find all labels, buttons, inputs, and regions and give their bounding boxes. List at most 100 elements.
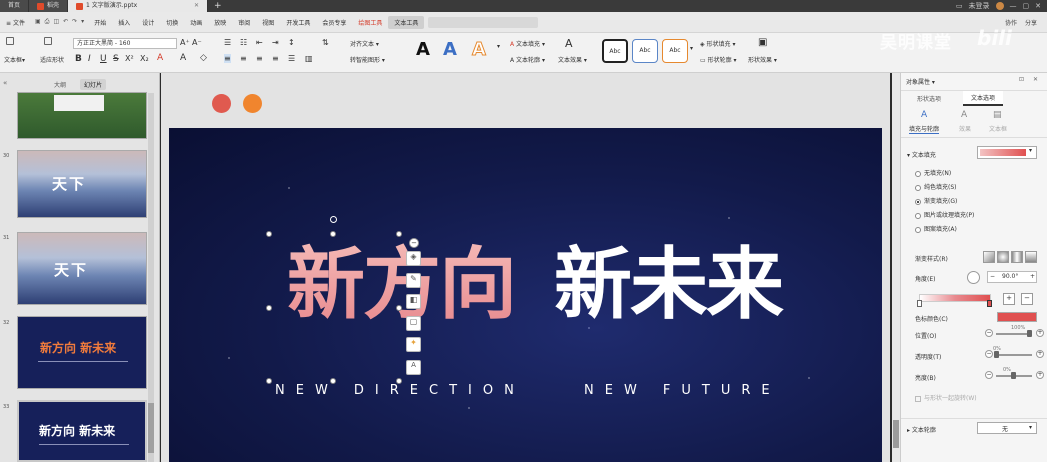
remove-stop-icon[interactable]: − (1021, 293, 1033, 305)
gradient-stop-start[interactable] (917, 300, 922, 307)
clear-format-icon[interactable]: ◇ (200, 53, 207, 63)
resize-handle[interactable] (266, 305, 272, 311)
save-icon[interactable]: ▣ (35, 18, 41, 26)
shape-fill-button[interactable]: ◈ 形状填充 ▾ (700, 39, 735, 48)
gradient-style-radial[interactable] (997, 251, 1009, 263)
add-stop-icon[interactable]: + (1003, 293, 1015, 305)
crop-icon[interactable]: ▢ (406, 316, 421, 331)
menu-drawing-tools[interactable]: 绘图工具 (352, 18, 388, 27)
lightbulb-icon[interactable]: ✦ (406, 337, 421, 352)
new-tab-button[interactable]: + (208, 0, 228, 12)
align-left-icon[interactable]: ≡ (224, 54, 231, 63)
resize-handle[interactable] (396, 305, 402, 311)
stepper-minus-icon[interactable]: − (990, 273, 995, 280)
menu-view[interactable]: 视图 (256, 18, 280, 27)
text-effect-button[interactable]: 文本效果 ▾ (558, 55, 587, 64)
menu-insert[interactable]: 插入 (112, 18, 136, 27)
transparency-minus-icon[interactable]: − (985, 350, 993, 358)
redo-icon[interactable]: ↷ (72, 18, 77, 26)
transparency-plus-icon[interactable]: + (1036, 350, 1044, 358)
textbox-button[interactable]: 文本框▾ (4, 55, 25, 64)
brightness-slider-knob[interactable] (1011, 372, 1016, 379)
textbox-settings-icon[interactable]: ▤ (993, 110, 1002, 120)
resize-handle[interactable] (396, 231, 402, 237)
rotate-handle[interactable] (330, 216, 337, 223)
text-outline-button[interactable]: A 文本轮廓 ▾ (510, 55, 545, 64)
brush-icon[interactable]: ✎ (406, 273, 421, 288)
slide-subtitle-1[interactable]: NEW DIRECTION (275, 383, 525, 398)
gradient-style-linear[interactable] (983, 251, 995, 263)
stepper-plus-icon[interactable]: + (1030, 273, 1035, 280)
shape-effect-icon[interactable]: ▣ (758, 37, 767, 48)
collapse-float-icon[interactable]: − (409, 238, 419, 248)
avatar[interactable] (995, 2, 1004, 10)
resize-handle[interactable] (266, 378, 272, 384)
columns-icon[interactable]: ▥ (305, 54, 313, 63)
font-size-up-icon[interactable]: A⁺ (180, 38, 190, 47)
textbox-icon[interactable] (6, 37, 14, 45)
menu-design[interactable]: 设计 (136, 18, 160, 27)
distribute-icon[interactable]: ☰ (288, 54, 295, 63)
section-text-fill[interactable]: ▾ 文本填充 (907, 150, 936, 159)
tab-home[interactable]: 首页 (0, 0, 30, 12)
fit-text-button[interactable]: 适应形状 (40, 55, 64, 64)
outline-dropdown[interactable]: 无 ▾ (977, 422, 1037, 434)
position-slider-knob[interactable] (1027, 330, 1032, 337)
current-slide[interactable]: 新方向 新未来 NEW DIRECTION NEW FUTURE (169, 128, 882, 462)
monitor-icon[interactable]: ▭ (956, 2, 963, 10)
fill-icon[interactable]: ◧ (406, 294, 421, 309)
menu-file[interactable]: ≡ 文件 (0, 18, 31, 27)
superscript-icon[interactable]: X² (125, 54, 134, 63)
slide-title-2[interactable]: 新未来 (554, 246, 784, 324)
font-select[interactable]: 方正正大黑简 - 160 (73, 38, 177, 49)
fill-option-gradient[interactable]: 渐变填充(G) (915, 196, 957, 205)
font-size-down-icon[interactable]: A⁻ (192, 38, 202, 47)
fill-outline-icon[interactable]: A (921, 110, 927, 120)
slide-thumbnail[interactable] (17, 92, 147, 139)
slide-title-1[interactable]: 新方向 (287, 246, 517, 324)
text-style-more-icon[interactable]: ▾ (497, 43, 500, 50)
canvas-scrollbar[interactable] (892, 73, 900, 462)
resize-handle[interactable] (330, 231, 336, 237)
rotate-with-shape[interactable]: 与形状一起旋转(W) (915, 393, 977, 402)
close-panel-icon[interactable]: ✕ (1033, 76, 1038, 83)
brightness-plus-icon[interactable]: + (1036, 371, 1044, 379)
line-spacing-icon[interactable]: ↕ (288, 38, 295, 47)
position-minus-icon[interactable]: − (985, 329, 993, 337)
section-text-outline[interactable]: ▸ 文本轮廓 (907, 425, 936, 434)
fill-color-dropdown[interactable]: ▾ (977, 146, 1037, 159)
maximize-icon[interactable]: ▢ (1023, 2, 1030, 10)
collapse-panel-icon[interactable]: « (3, 79, 7, 87)
convert-smartart-button[interactable]: 转智能图形 ▾ (350, 55, 385, 64)
tab-text-options[interactable]: 文本选项 (963, 91, 1004, 106)
fill-option-pattern[interactable]: 图案填充(A) (915, 224, 957, 233)
bold-button[interactable]: B (75, 54, 82, 64)
color-stop-swatch[interactable] (997, 312, 1037, 322)
align-justify-icon[interactable]: ≡ (272, 54, 279, 63)
resize-handle[interactable] (266, 231, 272, 237)
highlight-icon[interactable]: A (180, 53, 186, 63)
angle-stepper[interactable]: − 90.0° + (987, 271, 1037, 283)
slide-subtitle-2[interactable]: NEW FUTURE (584, 383, 781, 398)
angle-dial[interactable] (967, 271, 980, 284)
slide-thumbnail-active[interactable]: 新方向 新未来 (17, 400, 147, 462)
shape-style-3[interactable]: Abc (662, 39, 688, 63)
gradient-stop-end[interactable] (987, 300, 992, 307)
shape-style-more-icon[interactable]: ▾ (690, 45, 693, 52)
subtab-effect[interactable]: 效果 (959, 124, 971, 133)
menu-slideshow[interactable]: 放映 (208, 18, 232, 27)
indent-decrease-icon[interactable]: ⇤ (256, 38, 263, 47)
text-effect-icon[interactable]: A (565, 37, 573, 50)
subtab-fill-outline[interactable]: 填充与轮廓 (909, 124, 940, 134)
text-style-blue[interactable]: A (443, 39, 457, 60)
close-tab-icon[interactable]: ✕ (194, 0, 199, 12)
underline-button[interactable]: U (100, 54, 107, 64)
layers-icon[interactable]: ◈ (406, 251, 421, 266)
tab-docer[interactable]: 稻壳 (29, 0, 69, 12)
text-style-orange-outline[interactable]: A (472, 39, 487, 61)
tab-shape-options[interactable]: 形状选项 (917, 94, 941, 103)
italic-button[interactable]: I (88, 54, 91, 64)
subtab-textbox[interactable]: 文本框 (989, 124, 1007, 133)
print-icon[interactable]: ⎙ (45, 18, 50, 26)
position-plus-icon[interactable]: + (1036, 329, 1044, 337)
